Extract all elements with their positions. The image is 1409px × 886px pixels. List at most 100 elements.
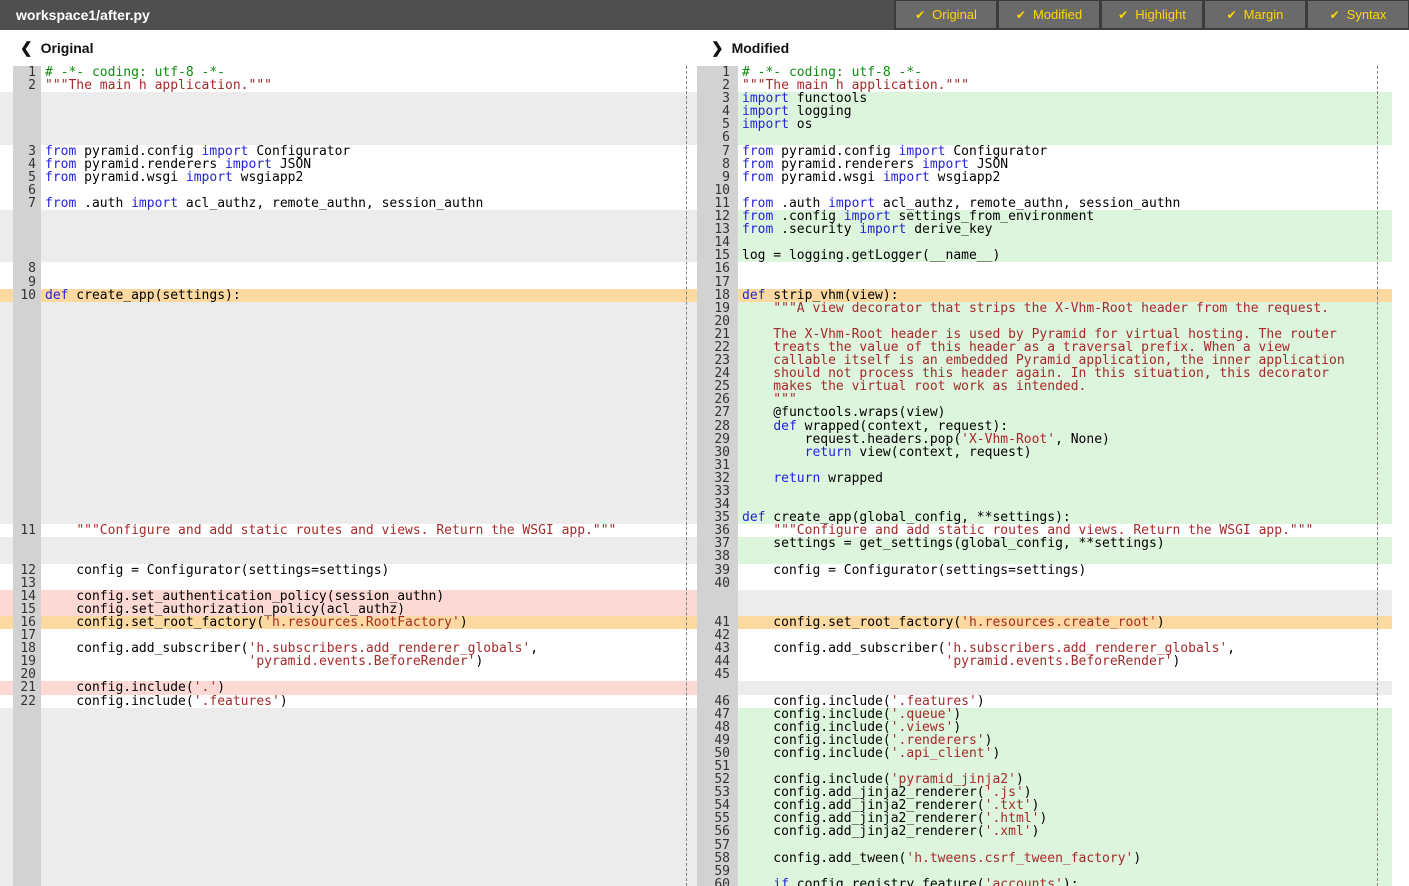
code-line[interactable]: def wrapped(context, request): <box>738 420 1392 433</box>
code-line[interactable] <box>738 839 1392 852</box>
code-line[interactable]: treats the value of this header as a tra… <box>738 341 1392 354</box>
code-line[interactable] <box>41 223 697 236</box>
code-line[interactable] <box>41 747 697 760</box>
code-line[interactable]: config = Configurator(settings=settings) <box>41 564 697 577</box>
code-line[interactable] <box>738 629 1392 642</box>
code-line[interactable]: return wrapped <box>738 472 1392 485</box>
code-line[interactable]: 'pyramid.events.BeforeRender') <box>738 655 1392 668</box>
code-line[interactable]: return view(context, request) <box>738 446 1392 459</box>
code-line[interactable] <box>41 721 697 734</box>
code-line[interactable]: from pyramid.wsgi import wsgiapp2 <box>41 171 697 184</box>
code-line[interactable] <box>738 498 1392 511</box>
code-line[interactable] <box>738 131 1392 144</box>
code-line[interactable]: import logging <box>738 105 1392 118</box>
code-line[interactable]: from pyramid.wsgi import wsgiapp2 <box>738 171 1392 184</box>
code-line[interactable] <box>41 210 697 223</box>
code-line[interactable] <box>41 865 697 878</box>
code-line[interactable] <box>41 236 697 249</box>
code-line[interactable] <box>41 511 697 524</box>
code-line[interactable] <box>41 315 697 328</box>
code-line[interactable] <box>738 603 1392 616</box>
code-line[interactable]: config.set_root_factory('h.resources.Roo… <box>41 616 697 629</box>
toggle-modified-button[interactable]: ✔Modified <box>999 1 1099 28</box>
code-line[interactable] <box>41 420 697 433</box>
code-line[interactable] <box>738 276 1392 289</box>
code-line[interactable] <box>41 878 697 886</box>
code-line[interactable]: config.add_subscriber('h.subscribers.add… <box>738 642 1392 655</box>
code-line[interactable]: def strip_vhm(view): <box>738 289 1392 302</box>
code-line[interactable] <box>41 472 697 485</box>
code-line[interactable]: config.set_root_factory('h.resources.cre… <box>738 616 1392 629</box>
code-line[interactable]: should not process this header again. In… <box>738 367 1392 380</box>
code-line[interactable] <box>41 668 697 681</box>
code-line[interactable]: config.add_jinja2_renderer('.js') <box>738 786 1392 799</box>
code-line[interactable]: """The main h application.""" <box>738 79 1392 92</box>
code-line[interactable]: from pyramid.renderers import JSON <box>738 158 1392 171</box>
code-line[interactable]: config.include('.views') <box>738 721 1392 734</box>
code-line[interactable]: """Configure and add static routes and v… <box>41 524 697 537</box>
modified-pane[interactable]: 1# -*- coding: utf-8 -*-2"""The main h a… <box>697 66 1409 886</box>
code-line[interactable] <box>41 734 697 747</box>
code-line[interactable] <box>41 328 697 341</box>
code-line[interactable]: config.include('pyramid_jinja2') <box>738 773 1392 786</box>
code-line[interactable]: config.include('.api_client') <box>738 747 1392 760</box>
code-line[interactable] <box>41 577 697 590</box>
toggle-original-button[interactable]: ✔Original <box>896 1 996 28</box>
code-line[interactable]: from .auth import acl_authz, remote_auth… <box>738 197 1392 210</box>
code-line[interactable] <box>41 812 697 825</box>
code-line[interactable]: config = Configurator(settings=settings) <box>738 564 1392 577</box>
code-line[interactable] <box>41 760 697 773</box>
code-line[interactable] <box>41 184 697 197</box>
code-line[interactable]: The X-Vhm-Root header is used by Pyramid… <box>738 328 1392 341</box>
code-line[interactable] <box>41 459 697 472</box>
code-line[interactable]: 'pyramid.events.BeforeRender') <box>41 655 697 668</box>
code-line[interactable] <box>41 852 697 865</box>
original-pane[interactable]: 1# -*- coding: utf-8 -*-2"""The main h a… <box>0 66 697 886</box>
code-line[interactable]: def create_app(settings): <box>41 289 697 302</box>
code-line[interactable] <box>41 367 697 380</box>
code-line[interactable] <box>41 302 697 315</box>
code-line[interactable]: from pyramid.config import Configurator <box>738 145 1392 158</box>
code-line[interactable] <box>41 550 697 563</box>
code-line[interactable]: if config.registry.feature('accounts'): <box>738 878 1392 886</box>
code-line[interactable] <box>738 236 1392 249</box>
code-line[interactable] <box>41 341 697 354</box>
code-line[interactable]: """The main h application.""" <box>41 79 697 92</box>
code-line[interactable] <box>738 184 1392 197</box>
code-line[interactable]: settings = get_settings(global_config, *… <box>738 537 1392 550</box>
code-line[interactable]: # -*- coding: utf-8 -*- <box>41 66 697 79</box>
code-line[interactable] <box>738 485 1392 498</box>
code-line[interactable] <box>41 406 697 419</box>
code-line[interactable] <box>738 550 1392 563</box>
code-line[interactable]: """ <box>738 393 1392 406</box>
toggle-margin-button[interactable]: ✔Margin <box>1205 1 1305 28</box>
code-line[interactable]: @functools.wraps(view) <box>738 406 1392 419</box>
code-line[interactable] <box>738 668 1392 681</box>
code-line[interactable] <box>41 118 697 131</box>
code-line[interactable]: """A view decorator that strips the X-Vh… <box>738 302 1392 315</box>
code-line[interactable]: config.add_jinja2_renderer('.html') <box>738 812 1392 825</box>
code-line[interactable]: config.include('.renderers') <box>738 734 1392 747</box>
code-line[interactable] <box>738 459 1392 472</box>
code-line[interactable] <box>738 681 1392 694</box>
code-line[interactable]: from .auth import acl_authz, remote_auth… <box>41 197 697 210</box>
code-line[interactable] <box>41 92 697 105</box>
code-line[interactable]: config.include('.queue') <box>738 708 1392 721</box>
code-line[interactable] <box>738 577 1392 590</box>
code-line[interactable]: # -*- coding: utf-8 -*- <box>738 66 1392 79</box>
code-line[interactable]: import functools <box>738 92 1392 105</box>
code-line[interactable] <box>41 839 697 852</box>
code-line[interactable] <box>738 590 1392 603</box>
code-line[interactable] <box>41 498 697 511</box>
code-line[interactable] <box>41 629 697 642</box>
code-line[interactable] <box>41 773 697 786</box>
code-line[interactable]: config.set_authentication_policy(session… <box>41 590 697 603</box>
code-line[interactable]: config.include('.features') <box>41 695 697 708</box>
code-line[interactable] <box>41 105 697 118</box>
code-line[interactable]: def create_app(global_config, **settings… <box>738 511 1392 524</box>
code-line[interactable] <box>41 262 697 275</box>
code-line[interactable]: import os <box>738 118 1392 131</box>
code-line[interactable] <box>41 786 697 799</box>
code-line[interactable] <box>738 865 1392 878</box>
code-line[interactable] <box>41 433 697 446</box>
